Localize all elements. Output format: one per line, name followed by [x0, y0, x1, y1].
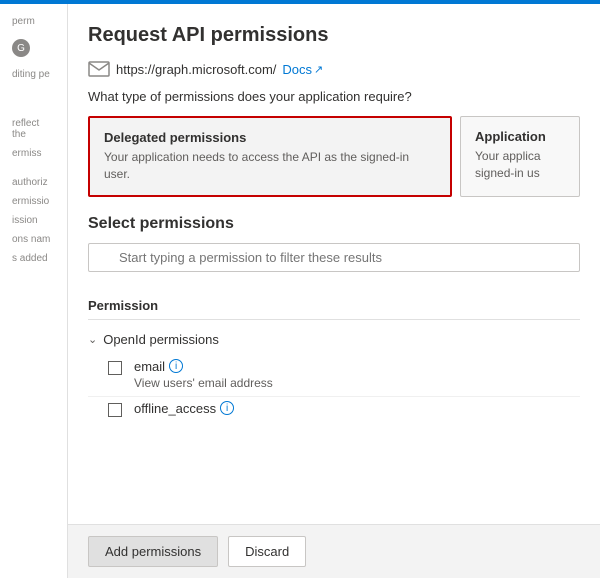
- email-info-icon[interactable]: i: [169, 359, 183, 373]
- openid-section-label: OpenId permissions: [103, 332, 219, 347]
- openid-section-header[interactable]: ⌄ OpenId permissions: [88, 326, 580, 353]
- offline-perm-details: offline_access i: [134, 401, 234, 418]
- delegated-permissions-card[interactable]: Delegated permissions Your application n…: [88, 116, 452, 197]
- email-permission-details: email i View users' email address: [134, 359, 273, 390]
- sidebar-perm-label: perm: [6, 12, 61, 31]
- sidebar-reflect-label: ermiss: [6, 144, 61, 163]
- discard-button[interactable]: Discard: [228, 536, 306, 567]
- search-input[interactable]: [88, 243, 580, 272]
- user-icon: G: [12, 39, 30, 57]
- api-url-row: https://graph.microsoft.com/ Docs ↗: [88, 61, 580, 77]
- docs-label: Docs: [282, 62, 312, 77]
- delegated-card-desc: Your application needs to access the API…: [104, 149, 436, 183]
- offline-info-icon[interactable]: i: [220, 401, 234, 415]
- offline-access-row: offline_access i: [88, 397, 580, 422]
- api-url-text: https://graph.microsoft.com/: [116, 62, 276, 77]
- sidebar-added-label: [6, 268, 61, 272]
- search-wrapper: 🔍: [88, 243, 580, 282]
- email-perm-desc: View users' email address: [134, 376, 273, 390]
- delegated-card-title: Delegated permissions: [104, 130, 436, 145]
- offline-name-row: offline_access i: [134, 401, 234, 416]
- api-icon: [88, 61, 110, 77]
- email-name-row: email i: [134, 359, 273, 374]
- permission-cards-row: Delegated permissions Your application n…: [88, 116, 580, 197]
- page-title: Request API permissions: [88, 24, 580, 47]
- sidebar-mission-label: ission: [6, 211, 61, 230]
- question-text: What type of permissions does your appli…: [88, 89, 580, 104]
- email-permission-row: email i View users' email address: [88, 353, 580, 397]
- sidebar-authoriz-label: ermissio: [6, 192, 61, 211]
- application-permissions-card[interactable]: Application Your applica signed-in us: [460, 116, 580, 197]
- sidebar-consent-label: reflect the: [6, 114, 61, 144]
- sidebar-editing-label: diting pe: [6, 65, 61, 84]
- bottom-bar: Add permissions Discard: [68, 524, 600, 578]
- application-card-desc: Your applica signed-in us: [475, 148, 565, 182]
- external-link-icon: ↗: [314, 63, 323, 76]
- main-content: Request API permissions https://graph.mi…: [68, 4, 600, 578]
- openid-section: ⌄ OpenId permissions email i View users'…: [88, 326, 580, 422]
- select-permissions-label: Select permissions: [88, 215, 580, 233]
- email-checkbox[interactable]: [108, 361, 122, 375]
- sidebar: perm G diting pe reflect the ermiss auth…: [0, 4, 68, 578]
- sidebar-ission-label: ons nam: [6, 230, 61, 249]
- sidebar-ons-label: s added: [6, 249, 61, 268]
- sidebar-permission-label: authoriz: [6, 173, 61, 192]
- add-permissions-button[interactable]: Add permissions: [88, 536, 218, 567]
- chevron-down-icon: ⌄: [88, 333, 97, 346]
- table-header: Permission: [88, 292, 580, 320]
- email-perm-name: email: [134, 359, 165, 374]
- sidebar-user-item[interactable]: G: [6, 31, 61, 65]
- offline-perm-name: offline_access: [134, 401, 216, 416]
- application-card-title: Application: [475, 129, 565, 144]
- offline-checkbox[interactable]: [108, 403, 122, 417]
- docs-link[interactable]: Docs ↗: [282, 62, 323, 77]
